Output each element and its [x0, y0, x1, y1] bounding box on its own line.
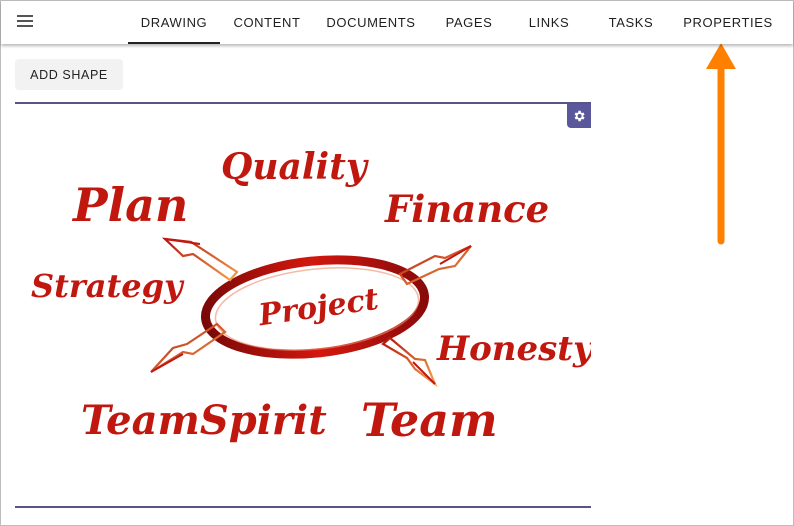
hamburger-menu-icon[interactable]	[15, 13, 35, 31]
tab-properties[interactable]: PROPERTIES	[679, 1, 777, 44]
tab-drawing[interactable]: DRAWING	[128, 1, 220, 44]
tab-documents[interactable]: DOCUMENTS	[319, 1, 423, 44]
top-navigation-bar: DRAWING CONTENT DOCUMENTS PAGES LINKS TA…	[1, 1, 793, 44]
word-teamspirit: TeamSpirit	[81, 397, 327, 444]
word-quality: Quality	[221, 146, 369, 188]
arrow-down-right	[381, 336, 438, 388]
word-plan: Plan	[71, 178, 188, 232]
word-project: Project	[256, 282, 381, 334]
word-finance: Finance	[384, 187, 549, 231]
gear-icon	[574, 110, 585, 122]
word-strategy: Strategy	[31, 267, 185, 305]
tab-content[interactable]: CONTENT	[223, 1, 311, 44]
tab-pages[interactable]: PAGES	[433, 1, 505, 44]
app-window: DRAWING CONTENT DOCUMENTS PAGES LINKS TA…	[0, 0, 794, 526]
project-mindmap-image[interactable]: Project Plan Quality Finance Strategy Ho…	[15, 104, 591, 506]
drawing-canvas[interactable]: Project Plan Quality Finance Strategy Ho…	[15, 102, 591, 508]
tab-tasks[interactable]: TASKS	[597, 1, 665, 44]
tab-links[interactable]: LINKS	[516, 1, 582, 44]
canvas-settings-button[interactable]	[567, 104, 591, 128]
orange-up-arrow-icon	[706, 43, 736, 245]
add-shape-button[interactable]: ADD SHAPE	[15, 59, 123, 90]
word-honesty: Honesty	[436, 329, 591, 369]
word-team: Team	[361, 393, 498, 447]
